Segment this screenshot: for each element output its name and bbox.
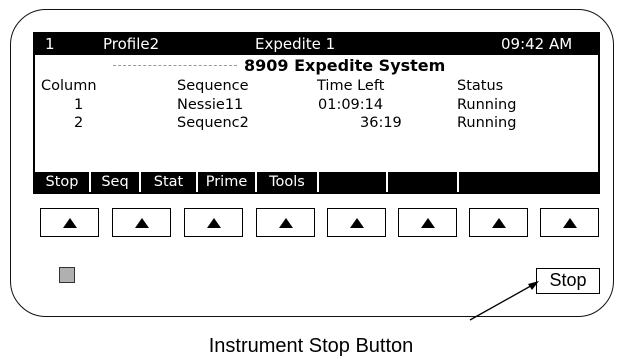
- system-title: 8909 Expedite System: [244, 56, 446, 75]
- softkey-button-1[interactable]: [40, 208, 99, 237]
- up-arrow-icon: [134, 217, 149, 228]
- status-bar: 1 Profile2 Expedite 1 09:42 AM: [35, 34, 598, 55]
- softkey-6[interactable]: [319, 172, 388, 192]
- softkey-button-5[interactable]: [327, 208, 386, 237]
- row-2-time-left: 36:19: [360, 115, 402, 131]
- callout-label: Instrument Stop Button: [208, 335, 414, 357]
- status-time: 09:42 AM: [501, 35, 573, 53]
- softkey-7[interactable]: [388, 172, 459, 192]
- softkey-8[interactable]: [459, 172, 598, 192]
- row-2-sequence: Sequenc2: [177, 115, 249, 131]
- row-1-sequence: Nessie11: [177, 97, 244, 113]
- row-1-time-left: 01:09:14: [318, 97, 384, 113]
- row-1-column: 1: [74, 97, 84, 113]
- up-arrow-icon: [491, 217, 506, 228]
- softkey-button-3[interactable]: [184, 208, 243, 237]
- softkey-seq[interactable]: Seq: [91, 172, 141, 192]
- softkey-button-4[interactable]: [256, 208, 315, 237]
- softkey-stat[interactable]: Stat: [141, 172, 198, 192]
- softkey-button-6[interactable]: [398, 208, 457, 237]
- up-arrow-icon: [562, 217, 577, 228]
- instrument-stop-button[interactable]: Stop: [536, 268, 600, 294]
- softkey-stop[interactable]: Stop: [35, 172, 91, 192]
- softkey-button-8[interactable]: [540, 208, 599, 237]
- status-mode: Expedite 1: [255, 35, 336, 53]
- header-status: Status: [457, 78, 504, 94]
- up-arrow-icon: [349, 217, 364, 228]
- status-column-number: 1: [45, 35, 55, 53]
- up-arrow-icon: [206, 217, 221, 228]
- row-2-column: 2: [74, 115, 84, 131]
- up-arrow-icon: [278, 217, 293, 228]
- row-1-status: Running: [457, 97, 517, 113]
- up-arrow-icon: [62, 217, 77, 228]
- header-column: Column: [41, 78, 97, 94]
- lcd-display: 1 Profile2 Expedite 1 09:42 AM 8909 Expe…: [33, 32, 600, 194]
- system-title-row: 8909 Expedite System: [35, 56, 598, 76]
- header-time-left: Time Left: [317, 78, 385, 94]
- status-profile: Profile2: [103, 35, 160, 53]
- header-sequence: Sequence: [177, 78, 249, 94]
- softkey-button-7[interactable]: [469, 208, 528, 237]
- dashed-divider: [113, 65, 237, 66]
- softkey-tools[interactable]: Tools: [257, 172, 319, 192]
- status-led: [59, 267, 75, 283]
- softkey-button-2[interactable]: [112, 208, 171, 237]
- softkey-prime[interactable]: Prime: [198, 172, 257, 192]
- softkey-bar: Stop Seq Stat Prime Tools: [35, 172, 598, 192]
- up-arrow-icon: [420, 217, 435, 228]
- row-2-status: Running: [457, 115, 517, 131]
